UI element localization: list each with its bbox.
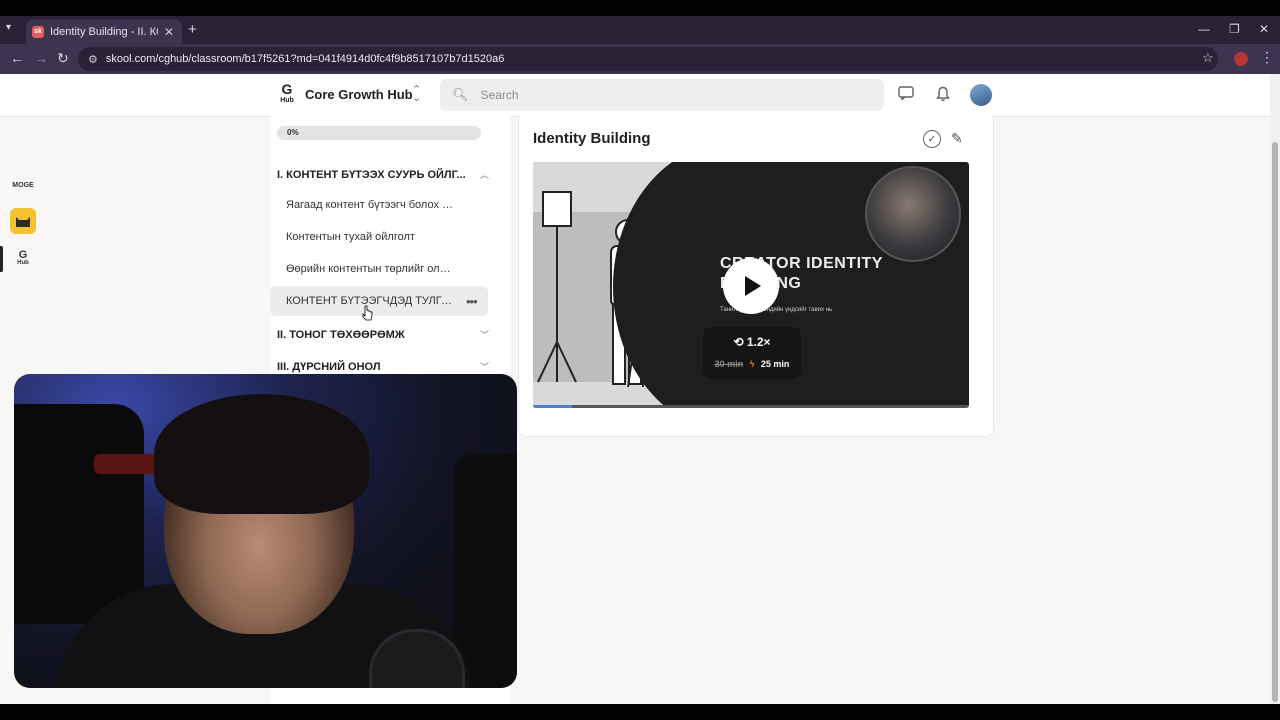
presenter-webcam-overlay [865,166,961,262]
video-progress-fill[interactable] [533,405,572,408]
close-tab-icon[interactable]: ✕ [164,25,174,39]
tab-title: Identity Building - II. КОНТЕНТ [50,25,158,38]
top-letterbox [0,0,1280,16]
edit-pencil-icon[interactable]: ✎ [951,130,963,147]
mouse-cursor-icon [362,305,373,321]
search-icon: 🔍︎ [452,87,469,102]
user-avatar[interactable] [970,84,992,106]
mark-complete-icon[interactable]: ✓ [923,130,941,148]
url-field[interactable]: ⚙ skool.com/cghub/classroom/b17f5261?md=… [78,47,1218,71]
url-text: skool.com/cghub/classroom/b17f5261?md=04… [105,53,505,65]
address-bar-row: ← → ↻ ⚙ skool.com/cghub/classroom/b17f52… [0,44,1280,74]
video-player[interactable]: CREATOR IDENTITY BUILDING Танилцуулга бр… [533,162,969,408]
chevron-up-icon[interactable]: ︿ [480,168,489,181]
lesson-item[interactable]: Өөрийн контентын төрлийг олох нь [270,254,488,284]
progress-label: 0% [287,128,299,137]
site-info-icon[interactable]: ⚙ [88,53,98,66]
chevron-down-icon[interactable]: ﹀ [480,328,489,341]
section-1-header[interactable]: I. КОНТЕНТ БҮТЭЭХ СУУРЬ ОЙЛГ... ︿ [277,168,489,181]
section-title: I. КОНТЕНТ БҮТЭЭХ СУУРЬ ОЙЛГ... [277,168,466,181]
original-duration: 30 min [714,359,744,369]
browser-tab-bar: ▾ sk Identity Building - II. КОНТЕНТ ✕ +… [0,16,1280,44]
browser-tab[interactable]: sk Identity Building - II. КОНТЕНТ ✕ [26,19,182,44]
section-title: III. ДҮРСНИЙ ОНОЛ [277,360,381,373]
chevron-down-icon[interactable]: ﹀ [480,360,489,373]
rewind-speed-icon: ⟲ [733,335,744,349]
cat-logo-icon [16,217,30,227]
reduced-duration: 25 min [760,359,790,369]
chat-icon[interactable] [898,86,914,104]
course-progress-bar: 0% [277,126,481,140]
group-switcher-icon[interactable]: ⌃ ⌄ [412,85,421,104]
scrollbar-thumb[interactable] [1272,142,1278,702]
bookmark-star-icon[interactable]: ☆ [1202,50,1214,66]
close-window-icon[interactable]: ✕ [1259,22,1269,36]
restore-icon[interactable]: ❐ [1229,22,1240,36]
video-progress-track[interactable] [572,405,969,408]
browser-profile-icon[interactable] [1234,52,1248,66]
tab-search-icon[interactable]: ▾ [6,22,11,33]
bottom-letterbox [0,704,1280,720]
lesson-item-active[interactable]: КОНТЕНТ БҮТЭЭГЧДЭД ТУЛГА... ••• [270,286,488,316]
section-3-header[interactable]: III. ДҮРСНИЙ ОНОЛ ﹀ [277,360,489,373]
section-title: II. ТОНОГ ТӨХӨӨРӨМЖ [277,328,405,341]
lesson-content-card: Identity Building ✓ ✎ CREATOR IDENTITY Т… [518,116,994,437]
search-bar[interactable]: 🔍︎ [440,79,884,111]
group-name[interactable]: Core Growth Hub [305,87,413,102]
lesson-title: Identity Building [533,130,651,147]
page-scrollbar[interactable] [1270,74,1280,704]
lightning-icon: ϟ [749,359,755,369]
streamer-webcam [14,374,517,688]
reload-icon[interactable]: ↻ [57,50,69,67]
rail-group-moge[interactable]: MOGE [10,172,36,198]
play-button[interactable] [723,258,779,314]
rail-group-cghub[interactable]: G Hub [10,246,36,272]
rail-active-indicator [0,246,3,272]
forward-arrow-icon[interactable]: → [34,50,48,66]
site-header: G Hub Core Growth Hub ⌃ ⌄ 🔍︎ [0,74,1270,117]
skool-favicon-icon: sk [32,25,44,38]
group-logo[interactable]: G Hub [278,82,296,106]
browser-menu-icon[interactable]: ⋮ [1260,49,1274,66]
rail-group-label: MOGE [12,181,34,189]
duration-info: 30 min ϟ 25 min [703,359,801,369]
play-icon [745,276,761,296]
speed-badge[interactable]: ⟲ 1.2× 30 min ϟ 25 min [703,327,801,379]
section-2-header[interactable]: II. ТОНОГ ТӨХӨӨРӨМЖ ﹀ [277,328,489,341]
search-input[interactable] [478,87,863,103]
playback-speed: ⟲ 1.2× [733,335,771,349]
bell-icon[interactable] [936,86,950,106]
back-arrow-icon[interactable]: ← [10,50,24,66]
rail-group-cat[interactable] [10,208,36,234]
more-options-icon[interactable]: ••• [466,294,478,309]
lesson-item[interactable]: Яагаад контент бүтээгч болох ёстой в... [270,190,488,220]
plus-icon[interactable]: + [188,21,197,38]
lesson-item[interactable]: Контентын тухай ойлголт [270,222,488,252]
minimize-icon[interactable]: — [1198,22,1210,36]
